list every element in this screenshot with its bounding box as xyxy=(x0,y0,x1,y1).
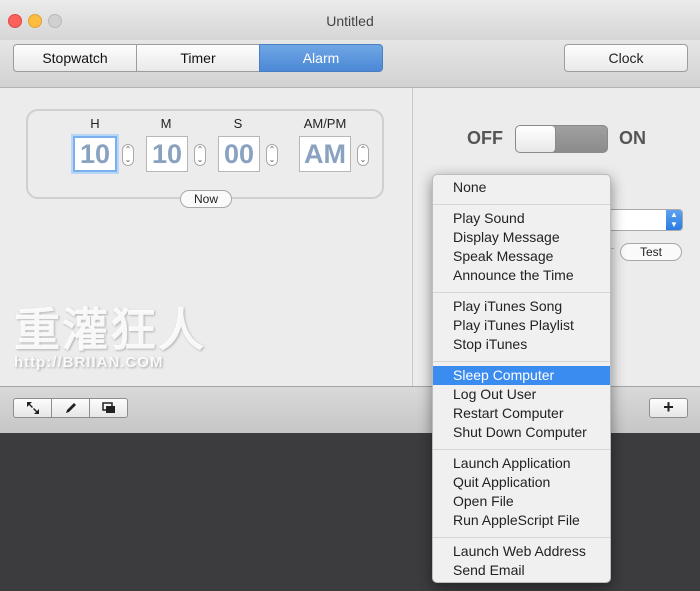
menu-item-quit-application[interactable]: Quit Application xyxy=(433,473,610,492)
ampm-stepper-icon[interactable]: ⌃ ⌄ xyxy=(357,144,369,166)
window-title: Untitled xyxy=(326,13,374,29)
menu-item-play-sound[interactable]: Play Sound xyxy=(433,209,610,228)
action-popup-button[interactable]: ▲ ▼ xyxy=(608,209,683,231)
menu-item-display-message[interactable]: Display Message xyxy=(433,228,610,247)
hour-field[interactable]: 10 xyxy=(73,136,117,172)
menu-item-shut-down-computer[interactable]: Shut Down Computer xyxy=(433,423,610,442)
menu-item-play-itunes-song[interactable]: Play iTunes Song xyxy=(433,297,610,316)
off-label: OFF xyxy=(467,128,503,148)
popup-arrow-icon: ▲ ▼ xyxy=(666,210,682,230)
watermark-url: http://BRIIAN.COM xyxy=(14,354,164,371)
switch-knob[interactable] xyxy=(516,126,556,152)
menu-item-none[interactable]: None xyxy=(433,178,610,197)
menu-separator xyxy=(433,361,610,362)
menu-item-announce-time[interactable]: Announce the Time xyxy=(433,266,610,285)
menu-item-sleep-computer[interactable]: Sleep Computer xyxy=(433,366,610,385)
on-label: ON xyxy=(619,128,646,148)
second-stepper-icon[interactable]: ⌃ ⌄ xyxy=(266,144,278,166)
minute-field[interactable]: 10 xyxy=(146,136,188,172)
menu-separator xyxy=(433,449,610,450)
pencil-icon xyxy=(66,403,76,413)
menu-separator xyxy=(433,292,610,293)
menu-item-stop-itunes[interactable]: Stop iTunes xyxy=(433,335,610,354)
tab-alarm[interactable]: Alarm xyxy=(259,44,383,72)
watermark-text: 重灌狂人 xyxy=(14,304,206,356)
menu-item-run-applescript-file[interactable]: Run AppleScript File xyxy=(433,511,610,530)
minute-stepper-icon[interactable]: ⌃ ⌄ xyxy=(194,144,206,166)
ampm-label: AM/PM xyxy=(303,116,347,131)
second-field[interactable]: 00 xyxy=(218,136,260,172)
menu-item-open-file[interactable]: Open File xyxy=(433,492,610,511)
ampm-field[interactable]: AM xyxy=(299,136,351,172)
watermark: 重灌狂人 http://BRIIAN.COM xyxy=(14,306,214,371)
tab-timer[interactable]: Timer xyxy=(136,44,260,72)
minute-label: M xyxy=(160,116,172,131)
window-button[interactable] xyxy=(89,398,128,418)
second-label: S xyxy=(233,116,243,131)
plus-icon: + xyxy=(663,397,674,417)
title-bar: Untitled xyxy=(0,0,700,40)
resize-button[interactable] xyxy=(13,398,52,418)
tab-stopwatch[interactable]: Stopwatch xyxy=(13,44,137,72)
menu-separator xyxy=(433,204,610,205)
hour-label: H xyxy=(90,116,100,131)
menu-separator xyxy=(433,537,610,538)
now-button[interactable]: Now xyxy=(180,190,232,208)
menu-item-speak-message[interactable]: Speak Message xyxy=(433,247,610,266)
window-icon xyxy=(102,402,115,413)
action-menu: None Play Sound Display Message Speak Me… xyxy=(432,174,611,583)
menu-item-send-email[interactable]: Send Email xyxy=(433,561,610,580)
edit-button[interactable] xyxy=(51,398,90,418)
resize-icon xyxy=(27,402,39,414)
menu-item-log-out-user[interactable]: Log Out User xyxy=(433,385,610,404)
menu-item-launch-application[interactable]: Launch Application xyxy=(433,454,610,473)
menu-item-launch-web-address[interactable]: Launch Web Address xyxy=(433,542,610,561)
menu-item-play-itunes-playlist[interactable]: Play iTunes Playlist xyxy=(433,316,610,335)
menu-item-restart-computer[interactable]: Restart Computer xyxy=(433,404,610,423)
alarm-on-off-switch[interactable] xyxy=(515,125,608,153)
hour-stepper-icon[interactable]: ⌃ ⌄ xyxy=(122,144,134,166)
test-button[interactable]: Test xyxy=(620,243,682,261)
add-button[interactable]: + xyxy=(649,398,688,418)
clock-button[interactable]: Clock xyxy=(564,44,688,72)
